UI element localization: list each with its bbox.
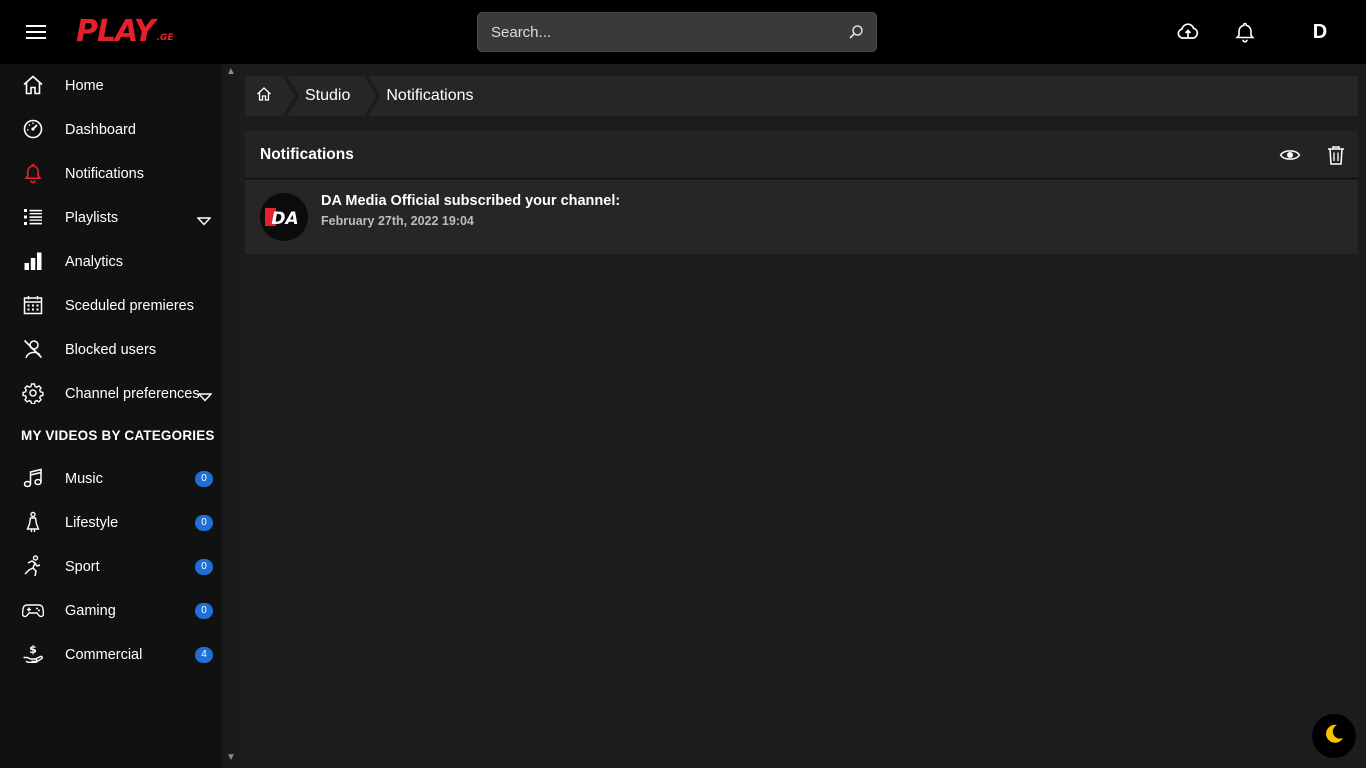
home-icon [22, 74, 44, 96]
gear-icon [22, 382, 44, 405]
notifications-panel-header: Notifications [245, 131, 1358, 179]
breadcrumb-separator [283, 76, 299, 116]
moon-icon [1322, 722, 1346, 751]
logo-text: PLAY [76, 14, 156, 49]
sidebar-item-label: Dashboard [65, 122, 136, 138]
scroll-up-arrow-icon[interactable]: ▲ [226, 66, 236, 77]
gamepad-icon [21, 599, 45, 621]
sidebar-item-dashboard[interactable]: Dashboard [0, 108, 222, 152]
sidebar-item-label: Commercial [65, 647, 143, 663]
bar-chart-icon [22, 250, 44, 272]
avatar[interactable]: DA [260, 193, 308, 241]
sidebar-category-music[interactable]: Music 0 [0, 457, 222, 501]
page-title: Notifications [260, 146, 354, 163]
list-icon [22, 206, 44, 228]
bell-icon[interactable] [1233, 20, 1257, 44]
sidebar-item-label: Channel preferences [65, 386, 200, 402]
scroll-down-arrow-icon[interactable]: ▼ [226, 752, 236, 763]
menu-icon[interactable] [24, 20, 48, 44]
breadcrumb-item-notifications[interactable]: Notifications [382, 76, 487, 116]
sidebar-item-label: Notifications [65, 166, 144, 182]
sidebar-item-home[interactable]: Home [0, 64, 222, 108]
svg-text:$: $ [29, 643, 37, 656]
chevron-down-icon[interactable] [197, 389, 213, 402]
breadcrumb: Studio Notifications [245, 76, 1358, 116]
avatar-text: DA [271, 209, 298, 229]
count-badge: 0 [195, 515, 213, 531]
chevron-down-icon[interactable] [196, 213, 212, 226]
search-icon[interactable] [836, 12, 876, 52]
breadcrumb-item-studio[interactable]: Studio [301, 76, 364, 116]
notification-timestamp: February 27th, 2022 19:04 [321, 214, 474, 228]
breadcrumb-home[interactable] [245, 76, 283, 116]
sidebar-item-label: Analytics [65, 254, 124, 270]
count-badge: 0 [195, 603, 213, 619]
sidebar-item-analytics[interactable]: Analytics [0, 240, 222, 284]
upload-cloud-icon[interactable] [1176, 20, 1200, 44]
trash-icon[interactable] [1325, 144, 1347, 166]
notification-item[interactable]: DA DA Media Official subscribed your cha… [245, 180, 1358, 254]
logo[interactable]: PLAY .GE [76, 15, 174, 49]
count-badge: 4 [195, 647, 213, 663]
sidebar-item-blocked-users[interactable]: Blocked users [0, 328, 222, 372]
home-icon [256, 86, 272, 107]
count-badge: 0 [195, 471, 213, 487]
bell-icon [22, 162, 44, 184]
sidebar-category-commercial[interactable]: $ Commercial 4 [0, 633, 222, 677]
logo-domain: .GE [156, 33, 174, 43]
sidebar-item-label: Music [65, 471, 103, 487]
sidebar-item-label: Gaming [65, 603, 116, 619]
person-icon [22, 511, 44, 533]
sidebar-category-sport[interactable]: Sport 0 [0, 545, 222, 589]
sidebar-scrollbar[interactable] [222, 64, 240, 768]
speedometer-icon [22, 118, 44, 140]
sidebar-item-label: Lifestyle [65, 515, 119, 531]
running-icon [22, 555, 44, 577]
sidebar-item-channel-preferences[interactable]: Channel preferences [0, 372, 222, 416]
breadcrumb-separator [364, 76, 381, 116]
sidebar-item-label: Home [65, 78, 104, 94]
sidebar-item-scheduled-premieres[interactable]: Sceduled premieres [0, 284, 222, 328]
eye-icon[interactable] [1279, 144, 1301, 166]
blocked-user-icon [22, 338, 44, 360]
sidebar-item-notifications[interactable]: Notifications [0, 152, 222, 196]
sidebar-item-playlists[interactable]: Playlists [0, 196, 222, 240]
notification-message: DA Media Official subscribed your channe… [321, 193, 621, 209]
money-hand-icon: $ [22, 643, 44, 665]
sidebar-item-label: Sport [65, 559, 100, 575]
dark-mode-toggle[interactable] [1312, 714, 1356, 758]
search-input[interactable] [478, 13, 836, 51]
calendar-icon [22, 294, 44, 316]
search-bar [477, 12, 877, 52]
music-note-icon [22, 467, 44, 489]
user-avatar[interactable]: D [1306, 18, 1334, 46]
count-badge: 0 [195, 559, 213, 575]
sidebar-category-lifestyle[interactable]: Lifestyle 0 [0, 501, 222, 545]
sidebar-category-gaming[interactable]: Gaming 0 [0, 589, 222, 633]
sidebar-item-label: Sceduled premieres [65, 298, 194, 314]
sidebar-item-label: Playlists [65, 210, 119, 226]
sidebar-item-label: Blocked users [65, 342, 157, 358]
top-bar: PLAY .GE D [0, 0, 1366, 64]
categories-section-title: MY VIDEOS BY CATEGORIES [21, 428, 215, 443]
